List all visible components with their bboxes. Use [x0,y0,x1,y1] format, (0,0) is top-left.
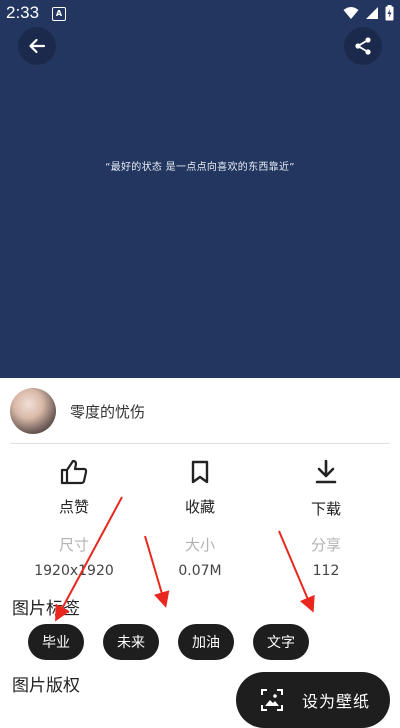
notification-icon: A [52,7,66,21]
status-bar: 2:33 A [0,0,400,28]
arrow-left-icon [29,38,46,54]
favorite-label: 收藏 [184,498,215,516]
stat-filesize: 大小 0.07M [145,534,255,579]
wallpaper-quote: “最好的状态 是一点点向喜欢的东西靠近” [105,162,295,173]
like-button[interactable]: 点赞 [19,458,129,517]
stat-key: 分享 [310,536,341,554]
download-button[interactable]: 下载 [271,458,381,519]
tag-chip[interactable]: 未来 [103,624,159,660]
download-icon [315,459,337,484]
stat-shares: 分享 112 [271,534,381,579]
stat-value: 1920x1920 [34,563,114,579]
wallpaper-icon [261,689,283,711]
wallpaper-preview: “最好的状态 是一点点向喜欢的东西靠近” [0,0,400,378]
download-label: 下载 [310,500,341,518]
author-row[interactable]: 零度的忧伤 [10,388,390,434]
thumbs-up-icon [60,459,88,485]
wifi-icon [343,7,359,19]
stat-key: 大小 [184,536,215,554]
set-wallpaper-label: 设为壁纸 [302,692,371,711]
stat-value: 112 [312,563,340,579]
divider [10,443,390,444]
like-label: 点赞 [58,498,89,516]
system-icons [343,5,394,21]
share-button[interactable] [344,27,382,65]
set-wallpaper-button[interactable]: 设为壁纸 [236,672,390,728]
back-button[interactable] [18,27,56,65]
tag-chip[interactable]: 毕业 [28,624,84,660]
stat-key: 尺寸 [58,536,89,554]
bookmark-icon [191,460,209,484]
favorite-button[interactable]: 收藏 [145,458,255,517]
tag-chip[interactable]: 文字 [253,624,309,660]
signal-icon [366,7,378,19]
author-name[interactable]: 零度的忧伤 [70,401,145,422]
author-avatar[interactable] [10,388,56,434]
status-time: 2:33 [6,3,40,22]
tag-chip[interactable]: 加油 [178,624,234,660]
copyright-section-title: 图片版权 [12,676,80,696]
stat-size: 尺寸 1920x1920 [19,534,129,579]
tag-list: 毕业 未来 加油 文字 [28,624,309,660]
tags-section-title: 图片标签 [12,599,80,619]
stat-value: 0.07M [178,563,222,579]
share-icon [355,37,371,55]
battery-icon [385,5,394,21]
